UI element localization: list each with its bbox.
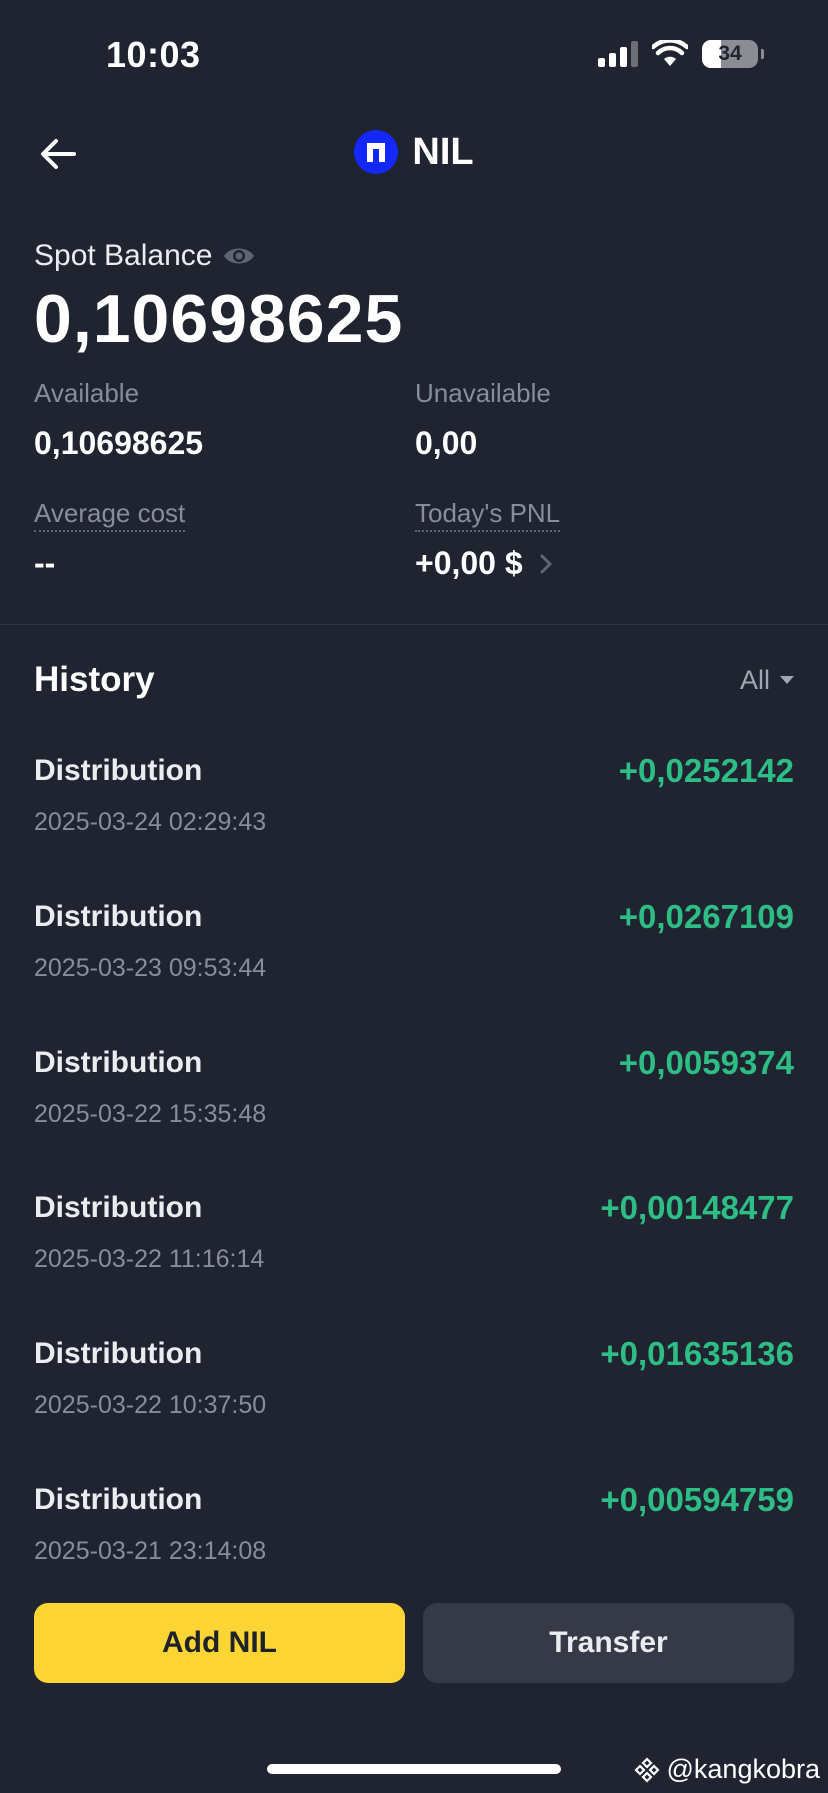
status-icons: 34 [598,40,764,68]
history-type: Distribution [34,754,203,787]
history-row[interactable]: Distribution 2025-03-23 09:53:44 +0,0267… [34,896,794,1042]
battery-level: 34 [718,42,742,65]
binance-logo-icon [633,1756,660,1783]
chevron-right-icon [540,554,552,573]
home-indicator [267,1764,561,1774]
watermark-text: @kangkobra [666,1754,821,1784]
balance-value: 0,10698625 [34,281,404,357]
history-type: Distribution [34,1337,203,1371]
available-label: Available [34,378,140,408]
signal-icon [598,41,638,67]
history-amount: +0,0252142 [618,752,794,789]
watermark: @kangkobra [633,1754,821,1785]
history-amount: +0,0267109 [618,897,794,935]
history-row[interactable]: Distribution 2025-03-22 10:37:50 +0,0163… [34,1333,794,1479]
wifi-icon [652,40,688,66]
history-row[interactable]: Distribution 2025-03-22 11:16:14 +0,0014… [34,1187,794,1333]
history-time: 2025-03-24 02:29:43 [34,808,267,836]
history-filter-dropdown[interactable]: All [740,665,794,696]
average-cost-cell: Average cost -- [34,498,186,582]
todays-pnl-label[interactable]: Today's PNL [415,498,561,532]
history-row[interactable]: Distribution 2025-03-24 02:29:43 +0,0252… [34,750,794,896]
history-time: 2025-03-21 23:14:08 [34,1536,267,1565]
history-time: 2025-03-22 10:37:50 [34,1391,267,1420]
unavailable-value: 0,00 [415,425,478,461]
title-wrap: NIL [0,130,828,174]
balance-label-row: Spot Balance [34,236,794,276]
history-filter-value: All [739,664,770,695]
caret-down-icon [780,676,794,684]
history-amount: +0,00148477 [600,1189,794,1227]
history-title: History [34,660,155,699]
history-type: Distribution [34,1482,203,1516]
balance-section: Spot Balance 0,10698625 [34,236,794,358]
history-list: Distribution 2025-03-24 02:29:43 +0,0252… [34,750,794,1625]
average-cost-label[interactable]: Average cost [34,498,186,532]
history-time: 2025-03-22 11:16:14 [34,1245,265,1274]
history-amount: +0,0059374 [618,1043,794,1081]
available-value: 0,10698625 [34,425,204,461]
section-divider [0,624,828,625]
header: NIL [0,110,828,202]
todays-pnl-row[interactable]: +0,00 $ [415,545,560,582]
battery-icon: 34 [702,40,764,68]
history-type: Distribution [34,1045,203,1079]
page-title: NIL [412,130,474,173]
average-cost-value: -- [34,545,56,581]
history-type: Distribution [34,1191,203,1225]
history-amount: +0,00594759 [600,1480,794,1518]
history-header: History All [34,650,794,710]
transfer-button[interactable]: Transfer [423,1603,794,1683]
history-type: Distribution [34,899,203,933]
todays-pnl-cell[interactable]: Today's PNL +0,00 $ [415,498,561,582]
available-cell: Available 0,10698625 [34,378,203,462]
add-nil-button[interactable]: Add NIL [34,1603,405,1683]
balance-label: Spot Balance [34,239,213,272]
status-time: 10:03 [106,34,201,75]
eye-icon[interactable] [222,244,256,268]
status-bar: 10:03 34 [0,0,828,110]
unavailable-cell: Unavailable 0,00 [415,378,551,462]
history-amount: +0,01635136 [600,1335,794,1373]
history-time: 2025-03-22 15:35:48 [34,1099,267,1128]
unavailable-label: Unavailable [415,378,551,408]
todays-pnl-value: +0,00 $ [415,545,523,581]
action-bar: Add NIL Transfer [34,1603,794,1683]
nil-coin-icon [354,130,399,174]
history-row[interactable]: Distribution 2025-03-22 15:35:48 +0,0059… [34,1042,794,1188]
history-time: 2025-03-23 09:53:44 [34,953,267,982]
